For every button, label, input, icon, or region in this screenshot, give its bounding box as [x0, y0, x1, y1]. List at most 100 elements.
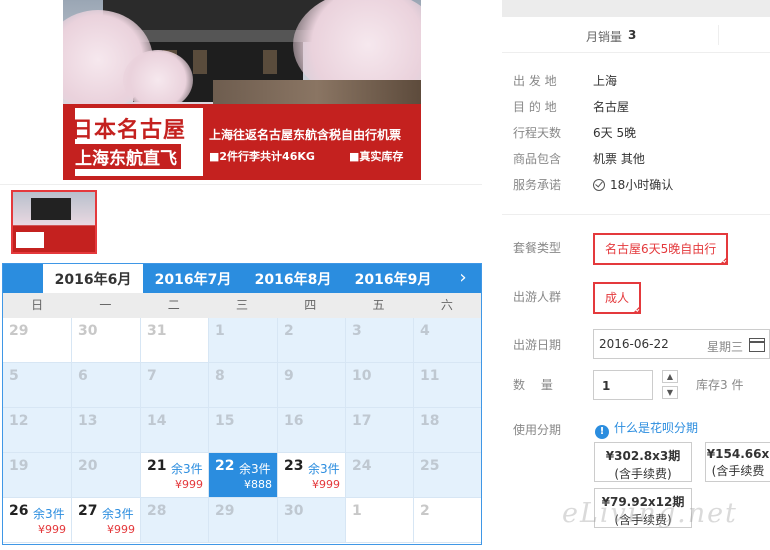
date-calendar: 2016年6月 2016年7月 2016年8月 2016年9月 › 日 一 二 三 四 五… [2, 263, 482, 545]
calendar-day: 13 [72, 408, 141, 453]
tab-month-3[interactable]: 2016年8月 [243, 264, 343, 293]
date-label: 出游日期 [513, 338, 562, 352]
info-row-destination: 目 的 地名古屋 [513, 100, 630, 114]
hero-banner: 日本名古屋 上海东航直飞 上海往返名古屋东航含税自由行机票 ■2件行李共计46K… [63, 104, 421, 180]
traveler-label: 出游人群 [513, 290, 562, 304]
day-number: 18 [420, 413, 440, 429]
huabei-link[interactable]: ! 什么是花呗分期 [595, 419, 698, 439]
traveler-option[interactable]: 成人 [593, 282, 642, 314]
date-value: 2016-06-22 [599, 337, 669, 351]
calendar-day: 30 [72, 318, 141, 363]
day-number: 27 [78, 503, 98, 519]
installment-option-3[interactable]: ¥302.8x3期 (含手续费) [594, 442, 692, 482]
day-price: ¥999 [107, 523, 135, 536]
stock-count: 库存3 件 [696, 378, 744, 392]
tab-month-1[interactable]: 2016年6月 [43, 264, 143, 293]
day-number: 29 [9, 323, 29, 339]
thumbnail-image[interactable] [11, 190, 97, 254]
day-number: 6 [78, 368, 88, 384]
watermark: eLiving.net [562, 498, 738, 529]
calendar-day: 16 [278, 408, 346, 453]
day-number: 2 [284, 323, 294, 339]
calendar-day: 29 [209, 498, 278, 543]
day-number: 2 [420, 503, 430, 519]
down-arrow-icon[interactable]: ▼ [662, 386, 678, 399]
tab-month-4[interactable]: 2016年9月 [343, 264, 443, 293]
calendar-day: 10 [346, 363, 414, 408]
day-price: ¥888 [244, 478, 272, 491]
calendar-day[interactable]: 22 余3件 ¥888 [209, 453, 278, 498]
weekday-label: 四 [304, 298, 317, 312]
day-price: ¥999 [175, 478, 203, 491]
day-price: ¥999 [38, 523, 66, 536]
installment-option-6[interactable]: ¥154.66x (含手续费 [705, 442, 770, 482]
sales-label: 月销量 [586, 30, 623, 44]
day-number: 17 [352, 413, 372, 429]
weekday-label: 日 [31, 298, 44, 312]
day-number: 28 [147, 503, 167, 519]
tab-month-2[interactable]: 2016年7月 [143, 264, 243, 293]
calendar-day[interactable]: 23 余3件 ¥999 [278, 453, 346, 498]
up-arrow-icon[interactable]: ▲ [662, 370, 678, 383]
day-price: ¥999 [312, 478, 340, 491]
day-number: 16 [284, 413, 304, 429]
day-number: 30 [284, 503, 304, 519]
weekday-label: 三 [235, 298, 248, 312]
day-number: 21 [147, 458, 167, 474]
calendar-day: 18 [414, 408, 481, 453]
info-row-includes: 商品包含 机票 其他 [513, 152, 645, 166]
hero-description: 上海往返名古屋东航含税自由行机票 [209, 128, 402, 142]
calendar-day: 8 [209, 363, 278, 408]
day-number: 11 [420, 368, 440, 384]
calendar-day: 1 [209, 318, 278, 363]
day-number: 20 [78, 458, 98, 474]
date-weekday: 星期三 [707, 340, 744, 354]
weekday-header: 日一二三四五六 [3, 293, 481, 318]
hero-subtitle: 上海东航直飞 [71, 144, 181, 169]
day-stock: 余3件 [239, 462, 271, 476]
calendar-day[interactable]: 26 余3件 ¥999 [3, 498, 72, 543]
quantity-input[interactable]: 1 [593, 370, 653, 400]
selected-check-icon [632, 305, 642, 314]
day-number: 29 [215, 503, 235, 519]
weekday-label: 五 [372, 298, 385, 312]
day-number: 14 [147, 413, 167, 429]
calendar-day: 25 [414, 453, 481, 498]
calendar-icon[interactable] [749, 338, 765, 352]
calendar-day: 30 [278, 498, 346, 543]
calendar-day: 28 [141, 498, 209, 543]
calendar-day: 24 [346, 453, 414, 498]
calendar-day: 3 [346, 318, 414, 363]
day-number: 24 [352, 458, 372, 474]
day-number: 31 [147, 323, 167, 339]
hero-title: 日本名古屋 [71, 118, 187, 143]
sales-value: 3 [628, 28, 637, 42]
monthly-sales: 月销量 3 [502, 17, 770, 53]
check-circle-icon [593, 179, 605, 191]
day-number: 22 [215, 458, 235, 474]
info-icon: ! [595, 425, 609, 439]
calendar-day[interactable]: 27 余3件 ¥999 [72, 498, 141, 543]
calendar-day: 31 [141, 318, 209, 363]
info-row-duration: 行程天数 6天 5晚 [513, 126, 637, 140]
day-number: 15 [215, 413, 235, 429]
calendar-day: 11 [414, 363, 481, 408]
info-row-departure: 出 发 地上海 [513, 74, 618, 88]
product-gallery: 日本名古屋 上海东航直飞 上海往返名古屋东航含税自由行机票 ■2件行李共计46K… [0, 0, 485, 550]
selected-check-icon [719, 256, 729, 265]
day-stock: 余3件 [171, 462, 203, 476]
calendar-day: 12 [3, 408, 72, 453]
date-field[interactable]: 2016-06-22 星期三 [593, 329, 770, 359]
chevron-right-icon[interactable]: › [453, 267, 473, 289]
product-info: 月销量 3 出 发 地上海 目 的 地名古屋 行程天数 6天 5晚 商品包含 机票 … [502, 0, 770, 550]
package-option[interactable]: 名古屋6天5晚自由行 [593, 233, 729, 265]
day-number: 23 [284, 458, 304, 474]
day-number: 1 [215, 323, 225, 339]
calendar-grid: 29 30 31 1 2 3 4 5 6 7 8 9 10 11 12 13 14 15 16 17 18 19 20 21 余… [3, 318, 481, 545]
calendar-day: 1 [346, 498, 414, 543]
day-number: 7 [147, 368, 157, 384]
day-stock: 余3件 [102, 507, 134, 521]
day-number: 3 [352, 323, 362, 339]
calendar-day[interactable]: 21 余3件 ¥999 [141, 453, 209, 498]
day-number: 13 [78, 413, 98, 429]
